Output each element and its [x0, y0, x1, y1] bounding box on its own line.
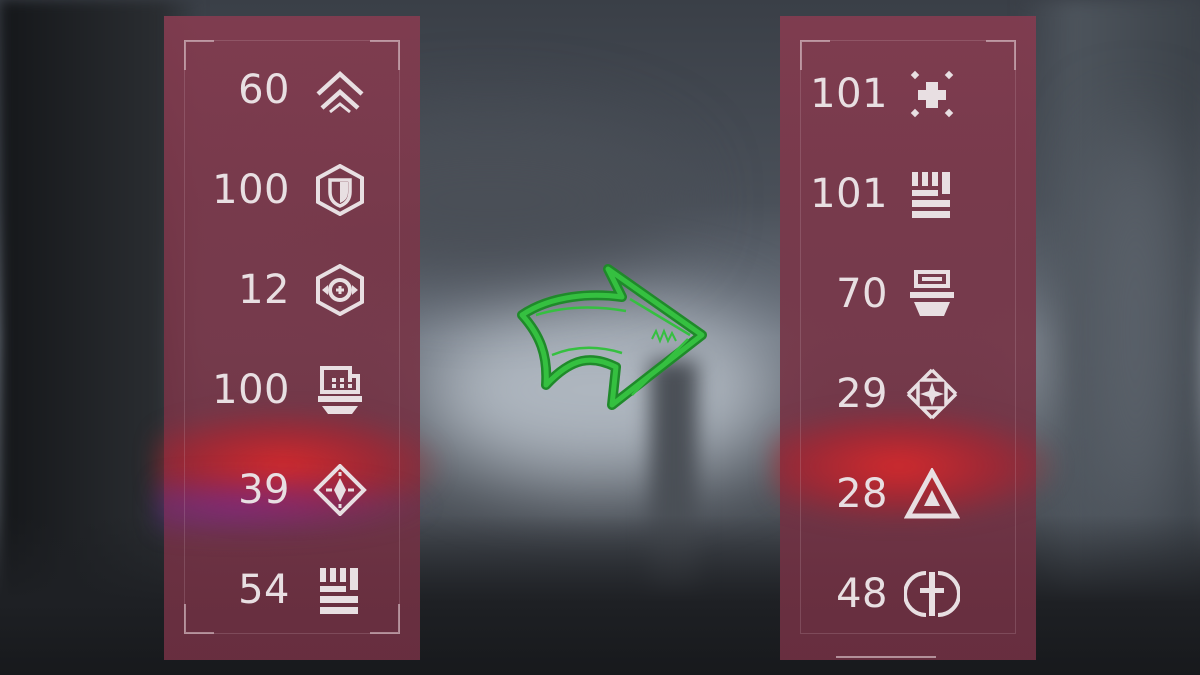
- stat-row-strength: 54: [164, 540, 420, 640]
- stat-value: 100: [212, 167, 290, 213]
- stat-value: 54: [238, 567, 290, 613]
- intellect-icon: [312, 463, 368, 517]
- mobility-icon: [312, 64, 368, 116]
- weapons-icon: [903, 568, 961, 620]
- stat-value: 101: [810, 71, 888, 117]
- stat-row-discipline: 100: [164, 340, 420, 440]
- stat-value: 28: [836, 471, 888, 517]
- health-icon: [904, 68, 960, 120]
- stat-row-grenade: 70: [780, 244, 1036, 344]
- stat-row-mobility: 60: [164, 40, 420, 140]
- stat-value: 29: [836, 371, 888, 417]
- stat-value: 39: [238, 467, 290, 513]
- super-icon: [904, 368, 960, 420]
- stat-value: 12: [238, 267, 290, 313]
- recovery-icon: [312, 263, 368, 317]
- stat-row-class: 28: [780, 444, 1036, 544]
- strength-icon: [312, 564, 368, 616]
- discipline-icon: [312, 364, 368, 416]
- grenade-icon: [904, 268, 960, 320]
- stat-row-recovery: 12: [164, 240, 420, 340]
- stat-value: 100: [212, 367, 290, 413]
- stat-row-super: 29: [780, 344, 1036, 444]
- class-icon: [903, 466, 961, 520]
- melee-icon: [904, 168, 960, 220]
- stat-row-resilience: 100: [164, 140, 420, 240]
- stats-panel-before: 60 100 12 100 39 54: [154, 16, 440, 660]
- stat-row-weapons: 48: [780, 544, 1036, 644]
- stat-value: 70: [836, 271, 888, 317]
- stat-row-melee: 101: [780, 144, 1036, 244]
- stat-row-intellect: 39: [164, 440, 420, 540]
- stats-panel-after: 101 101 70 29 28 48: [770, 16, 1056, 660]
- upgrade-arrow-icon: [512, 255, 712, 415]
- stat-value: 101: [810, 171, 888, 217]
- stat-value: 48: [836, 571, 888, 617]
- stat-row-health: 101: [780, 44, 1036, 144]
- resilience-icon: [312, 163, 368, 217]
- stat-value: 60: [238, 67, 290, 113]
